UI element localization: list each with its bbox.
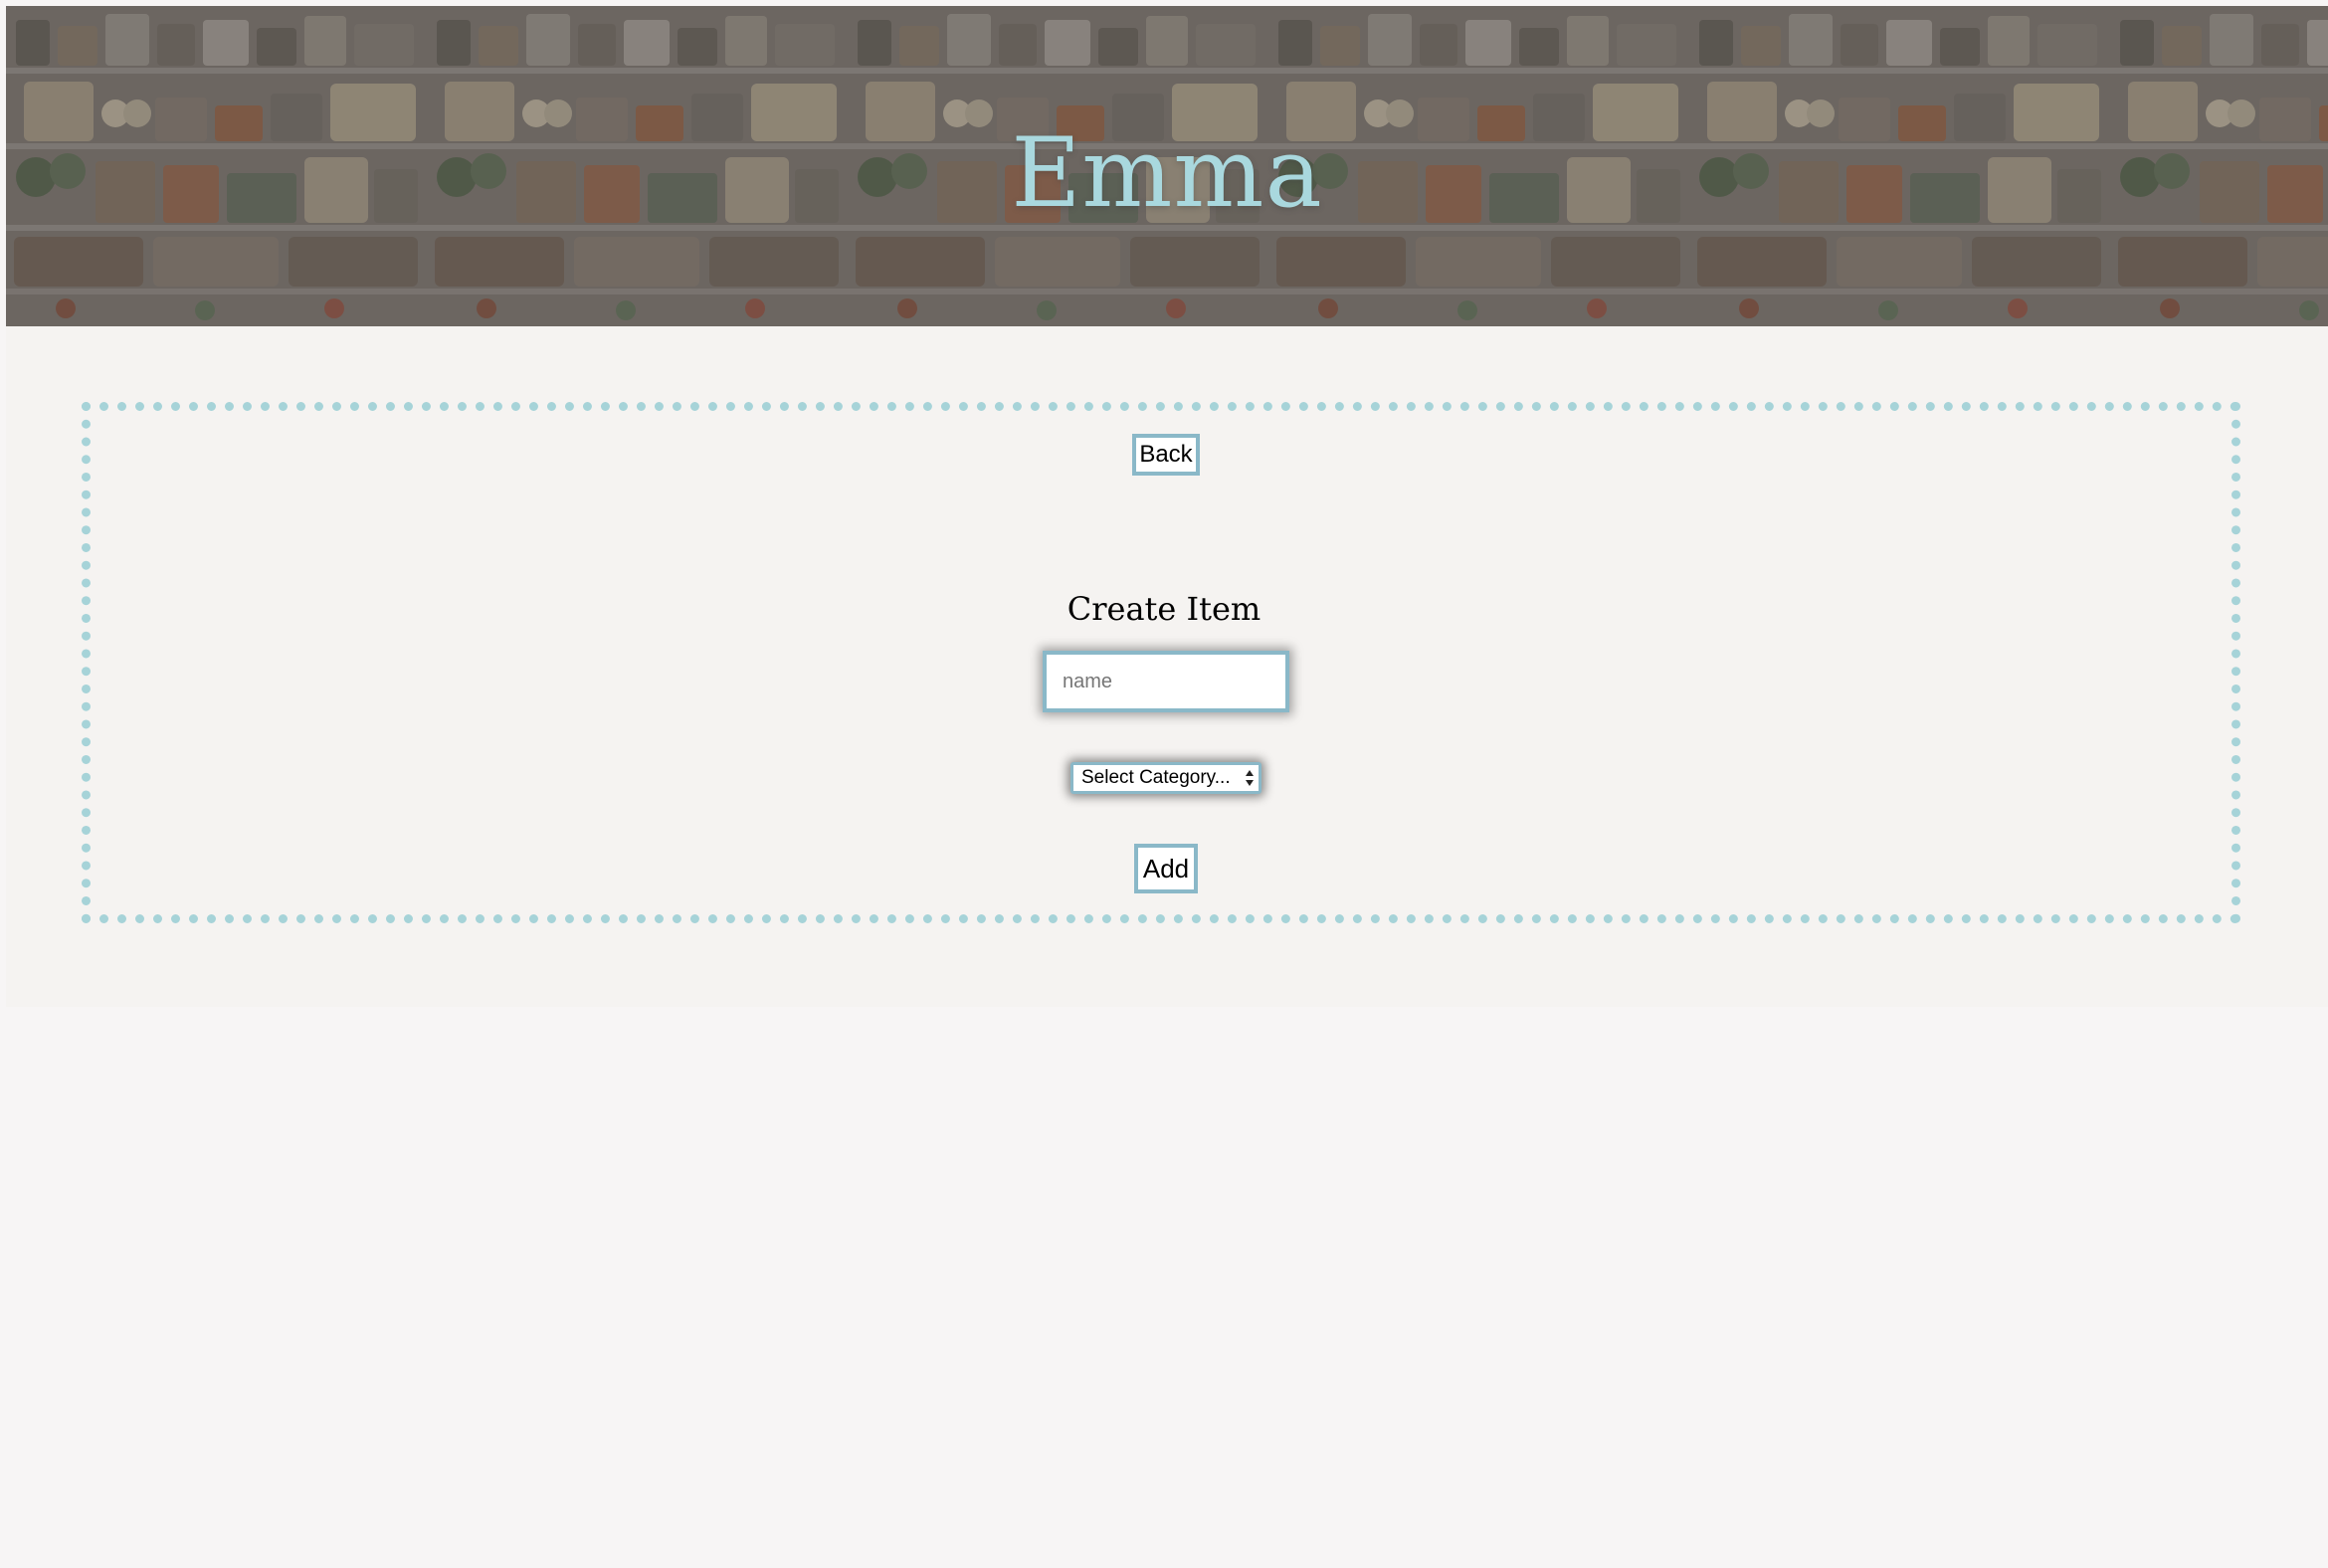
chevron-up-down-icon	[1246, 770, 1254, 786]
header-banner: Emma	[6, 6, 2328, 326]
back-button[interactable]: Back	[1132, 434, 1200, 476]
category-select[interactable]: Select Category...	[1070, 762, 1261, 794]
site-title: Emma	[1011, 117, 1323, 229]
name-input[interactable]	[1043, 651, 1289, 712]
add-button[interactable]: Add	[1134, 844, 1198, 893]
category-select-value: Select Category...	[1081, 767, 1231, 788]
create-item-heading: Create Item	[1067, 590, 1261, 628]
